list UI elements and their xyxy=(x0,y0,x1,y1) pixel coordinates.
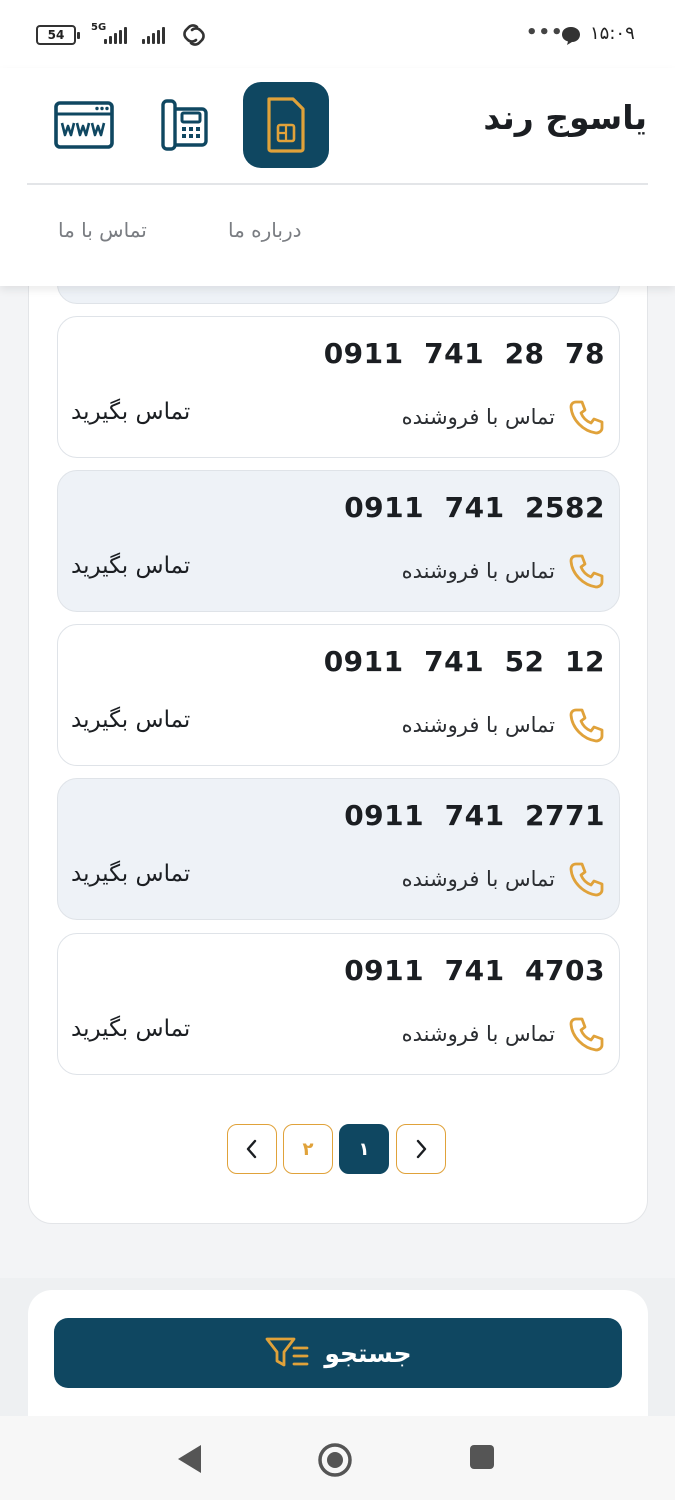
listing-card[interactable]: 0911 741 52 12 تماس با فروشنده تماس بگیر… xyxy=(57,624,620,766)
call-button[interactable]: تماس بگیرید xyxy=(71,707,190,733)
call-button[interactable]: تماس بگیرید xyxy=(71,1016,190,1042)
office-phone-icon xyxy=(161,99,208,151)
web-tab[interactable] xyxy=(41,82,127,168)
phone-number: 0911 741 4703 xyxy=(344,954,605,987)
listing-card[interactable]: 0911 741 2582 تماس با فروشنده تماس بگیری… xyxy=(57,470,620,612)
battery-icon: 54 xyxy=(36,25,80,45)
contact-seller-link[interactable]: تماس با فروشنده xyxy=(402,397,605,437)
nav-contact-link[interactable]: تماس با ما xyxy=(58,218,147,242)
contact-seller-link[interactable]: تماس با فروشنده xyxy=(402,705,605,745)
landline-tab[interactable] xyxy=(143,82,229,168)
call-button[interactable]: تماس بگیرید xyxy=(71,861,190,887)
phone-icon xyxy=(569,554,604,589)
signal-icon-2 xyxy=(142,26,165,44)
phone-icon xyxy=(569,1017,604,1052)
status-bar: 54 5G ••• ۱۵:۰۹ xyxy=(0,0,675,68)
pagination-page-1[interactable]: ۱ xyxy=(339,1124,389,1174)
phone-icon xyxy=(569,862,604,897)
filter-icon xyxy=(265,1337,309,1367)
contact-seller-label: تماس با فروشنده xyxy=(401,713,555,737)
contact-seller-link[interactable]: تماس با فروشنده xyxy=(402,1014,605,1054)
pagination-next-button[interactable] xyxy=(227,1124,277,1174)
phone-number: 0911 741 52 12 xyxy=(323,645,605,678)
header-divider xyxy=(27,183,648,185)
sim-card-icon xyxy=(267,97,305,153)
contact-seller-link[interactable]: تماس با فروشنده xyxy=(402,859,605,899)
brand-title[interactable]: یاسوج رند xyxy=(483,98,647,137)
app-header: یاسوج رند درباره ما تماس با ما xyxy=(0,68,675,286)
contact-seller-label: تماس با فروشنده xyxy=(401,867,555,891)
signal-icon xyxy=(104,26,127,44)
phone-icon xyxy=(569,708,604,743)
phone-icon xyxy=(569,400,604,435)
contact-seller-label: تماس با فروشنده xyxy=(401,1022,555,1046)
listing-card[interactable]: 0911 741 28 78 تماس با فروشنده تماس بگیر… xyxy=(57,316,620,458)
search-button-label: جستجو xyxy=(324,1338,412,1368)
listing-card[interactable]: 0911 741 4703 تماس با فروشنده تماس بگیری… xyxy=(57,933,620,1075)
link-icon xyxy=(183,24,205,46)
phone-number: 0911 741 28 78 xyxy=(323,337,605,370)
chat-icon xyxy=(562,27,580,45)
pagination-page-2[interactable]: ۲ xyxy=(283,1124,333,1174)
clock: ۱۵:۰۹ xyxy=(590,23,635,44)
recents-icon[interactable] xyxy=(467,1442,497,1472)
www-icon xyxy=(54,101,114,149)
sim-card-tab[interactable] xyxy=(243,82,329,168)
search-button[interactable]: جستجو xyxy=(54,1318,622,1388)
listing-card[interactable]: 0911 741 2771 تماس با فروشنده تماس بگیری… xyxy=(57,778,620,920)
phone-number: 0911 741 2771 xyxy=(344,799,605,832)
contact-seller-label: تماس با فروشنده xyxy=(401,405,555,429)
contact-seller-link[interactable]: تماس با فروشنده xyxy=(402,551,605,591)
back-icon[interactable] xyxy=(174,1442,204,1476)
call-button[interactable]: تماس بگیرید xyxy=(71,553,190,579)
phone-number: 0911 741 2582 xyxy=(344,491,605,524)
chevron-left-icon xyxy=(246,1139,257,1159)
call-button[interactable]: تماس بگیرید xyxy=(71,399,190,425)
home-icon[interactable] xyxy=(317,1442,353,1478)
nav-about-link[interactable]: درباره ما xyxy=(228,218,302,242)
pagination-prev-button[interactable] xyxy=(396,1124,446,1174)
chevron-right-icon xyxy=(416,1139,427,1159)
system-nav-bar xyxy=(0,1416,675,1500)
more-notifications: ••• xyxy=(526,22,564,43)
contact-seller-label: تماس با فروشنده xyxy=(401,559,555,583)
